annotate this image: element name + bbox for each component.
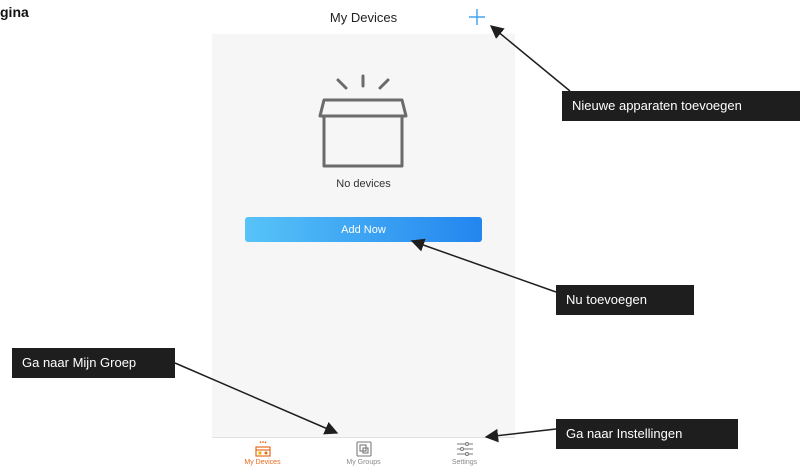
callout-settings: Ga naar Instellingen: [556, 419, 738, 449]
add-now-button[interactable]: Add Now: [245, 217, 482, 242]
callout-add-devices: Nieuwe apparaten toevoegen: [562, 91, 800, 121]
plus-icon: [469, 9, 485, 25]
tab-my-groups[interactable]: My Groups: [313, 438, 414, 470]
my-devices-icon: [254, 441, 271, 457]
my-groups-icon: [355, 441, 372, 457]
tab-settings[interactable]: Settings: [414, 438, 515, 470]
tab-label: My Groups: [346, 459, 381, 466]
tab-label: Settings: [451, 459, 478, 466]
tab-my-devices[interactable]: My Devices: [212, 438, 313, 470]
empty-state-text: No devices: [336, 178, 391, 190]
add-device-button[interactable]: [464, 4, 490, 30]
tab-label: My Devices: [244, 459, 281, 466]
callout-my-group: Ga naar Mijn Groep: [12, 348, 175, 378]
callout-add-now: Nu toevoegen: [556, 285, 694, 315]
navigation-bar: My Devices: [212, 0, 515, 34]
settings-sliders-icon: [456, 442, 473, 456]
open-box-icon: [318, 74, 408, 168]
page-heading-fragment: gina: [0, 4, 29, 20]
tab-bar: My Devices My Groups Settings: [212, 437, 515, 470]
app-screen: My Devices No devices Add Now My Devices…: [212, 0, 515, 470]
devices-content: No devices Add Now: [212, 34, 515, 437]
